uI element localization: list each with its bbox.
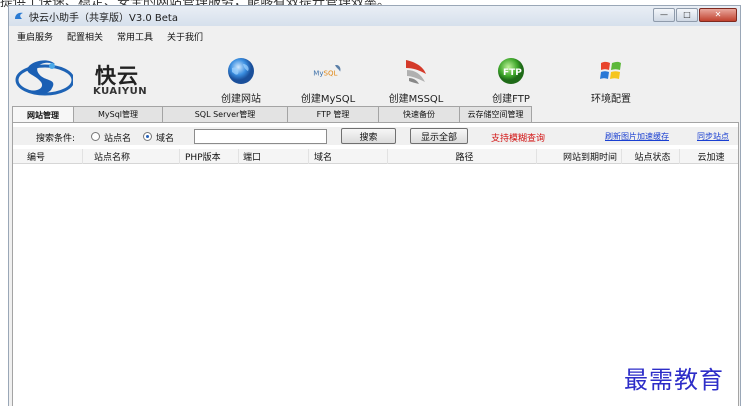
radio-site-name[interactable] bbox=[91, 132, 100, 141]
app-window: 快云小助手（共享版）V3.0 Beta — □ ✕ 重启服务 配置相关 常用工具… bbox=[8, 5, 741, 406]
radio-site-name-label: 站点名 bbox=[104, 134, 132, 144]
mysql-dolphin-icon: My SQL bbox=[312, 54, 344, 88]
globe-icon bbox=[225, 54, 257, 88]
create-ftp-button[interactable]: FTP 创建FTP bbox=[475, 50, 547, 106]
watermark-text: 最需教育 bbox=[624, 366, 724, 394]
mssql-icon bbox=[400, 54, 432, 88]
environment-config-button[interactable]: 环境配置 bbox=[575, 50, 647, 106]
site-table-header: 编号 站点名称 PHP版本 端口 域名 路径 网站到期时间 站点状态 云加速 bbox=[13, 149, 738, 164]
maximize-icon: □ bbox=[683, 10, 691, 19]
search-input[interactable] bbox=[194, 129, 327, 144]
svg-text:SQL: SQL bbox=[324, 68, 338, 77]
column-header-site-name[interactable]: 站点名称 bbox=[90, 149, 180, 164]
search-condition-label: 搜索条件: bbox=[36, 134, 76, 144]
ftp-icon: FTP bbox=[495, 54, 527, 88]
radio-domain[interactable] bbox=[143, 132, 152, 141]
close-icon: ✕ bbox=[714, 10, 722, 19]
column-header-id[interactable]: 编号 bbox=[23, 149, 83, 164]
svg-text:My: My bbox=[313, 68, 323, 77]
create-mssql-button[interactable]: 创建MSSQL bbox=[380, 50, 452, 106]
window-controls: — □ ✕ bbox=[653, 8, 737, 22]
create-mssql-label: 创建MSSQL bbox=[388, 94, 444, 105]
show-all-button[interactable]: 显示全部 bbox=[410, 128, 468, 144]
radio-domain-label: 域名 bbox=[156, 134, 175, 144]
app-icon bbox=[13, 10, 25, 22]
svg-text:FTP: FTP bbox=[503, 68, 522, 78]
tab-sqlserver-management[interactable]: SQL Server管理 bbox=[162, 106, 288, 122]
refresh-image-cache-link[interactable]: 刷新图片加速缓存 bbox=[605, 131, 669, 142]
window-title: 快云小助手（共享版）V3.0 Beta bbox=[29, 12, 178, 24]
menu-bar: 重启服务 配置相关 常用工具 关于我们 bbox=[9, 30, 203, 46]
menu-common-tools[interactable]: 常用工具 bbox=[117, 30, 153, 46]
environment-config-label: 环境配置 bbox=[591, 94, 631, 105]
column-header-php-version[interactable]: PHP版本 bbox=[181, 149, 239, 164]
minimize-button[interactable]: — bbox=[653, 8, 675, 22]
search-button[interactable]: 搜索 bbox=[341, 128, 396, 144]
create-mysql-button[interactable]: My SQL 创建MySQL bbox=[292, 50, 364, 106]
fuzzy-search-hint: 支持模糊查询 bbox=[491, 134, 546, 144]
tab-mysql-management[interactable]: MySql管理 bbox=[73, 106, 163, 122]
logo-english-name: KUAIYUN bbox=[93, 86, 148, 97]
tab-ftp-management[interactable]: FTP 管理 bbox=[287, 106, 379, 122]
title-bar: 快云小助手（共享版）V3.0 Beta — □ ✕ bbox=[9, 6, 740, 26]
kuaiyun-logo: 快云 KUAIYUN bbox=[15, 52, 165, 100]
maximize-button[interactable]: □ bbox=[676, 8, 698, 22]
create-ftp-label: 创建FTP bbox=[492, 94, 530, 105]
tab-cloud-storage-management[interactable]: 云存储空间管理 bbox=[459, 106, 532, 122]
menu-about-us[interactable]: 关于我们 bbox=[167, 30, 203, 46]
toolbar: 快云 KUAIYUN 创建网站 My SQL 创建MySQL 创建MSSQL F… bbox=[9, 50, 740, 106]
column-header-expiry-time[interactable]: 网站到期时间 bbox=[537, 149, 622, 164]
column-header-domain[interactable]: 域名 bbox=[310, 149, 388, 164]
tab-strip: 网站管理 MySql管理 SQL Server管理 FTP 管理 快速备份 云存… bbox=[12, 106, 532, 123]
column-header-cloud-acceleration[interactable]: 云加速 bbox=[680, 149, 738, 164]
column-header-site-status[interactable]: 站点状态 bbox=[622, 149, 680, 164]
create-site-label: 创建网站 bbox=[221, 94, 261, 105]
logo-swirl-icon bbox=[15, 60, 73, 96]
minimize-icon: — bbox=[660, 10, 668, 19]
windows-flag-icon bbox=[595, 54, 627, 88]
search-bar: 搜索条件: 站点名 域名 搜索 显示全部 支持模糊查询 刷新图片加速缓存 同步站… bbox=[13, 127, 738, 145]
column-header-path[interactable]: 路径 bbox=[389, 149, 537, 164]
menu-config[interactable]: 配置相关 bbox=[67, 30, 103, 46]
close-button[interactable]: ✕ bbox=[699, 8, 737, 22]
tab-quick-backup[interactable]: 快速备份 bbox=[378, 106, 460, 122]
create-site-button[interactable]: 创建网站 bbox=[205, 50, 277, 106]
create-mysql-label: 创建MySQL bbox=[300, 94, 356, 105]
menu-restart-service[interactable]: 重启服务 bbox=[17, 30, 53, 46]
column-header-port[interactable]: 端口 bbox=[239, 149, 309, 164]
sync-sites-link[interactable]: 同步站点 bbox=[697, 131, 729, 142]
tab-site-management[interactable]: 网站管理 bbox=[12, 106, 74, 123]
